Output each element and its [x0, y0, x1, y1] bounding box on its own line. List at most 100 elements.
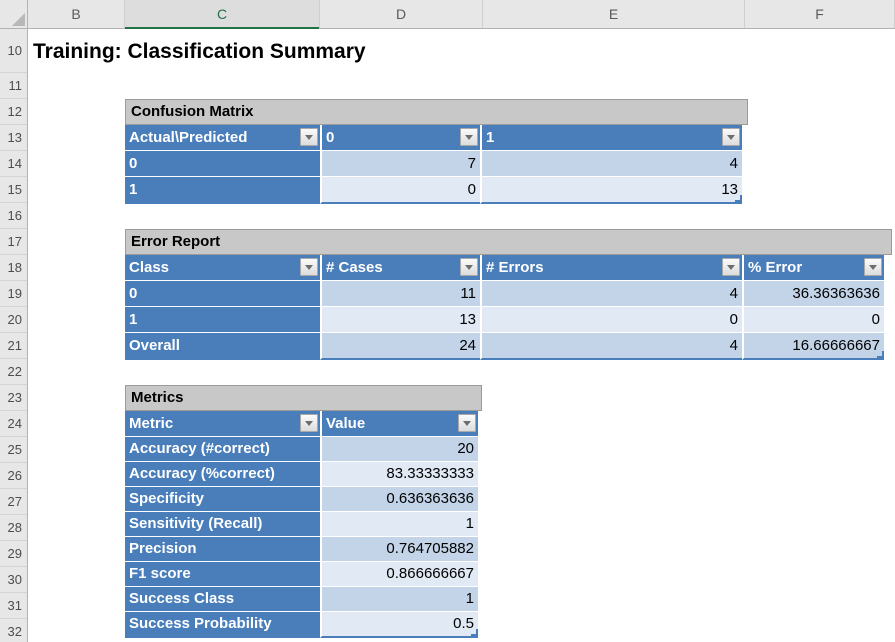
row-label-cell[interactable]: Precision — [125, 537, 320, 562]
value-cell[interactable]: 36.36363636 — [742, 281, 884, 307]
filter-dropdown-button[interactable] — [460, 258, 478, 276]
header-cell-class[interactable]: Class — [125, 255, 320, 281]
chevron-down-icon — [465, 265, 473, 270]
row-header-17[interactable]: 17 — [0, 229, 27, 255]
row-header-21[interactable]: 21 — [0, 333, 27, 359]
row-header-16[interactable]: 16 — [0, 203, 27, 229]
column-header-d[interactable]: D — [320, 0, 483, 28]
value-cell[interactable]: 4 — [480, 333, 742, 360]
row-label-cell[interactable]: Sensitivity (Recall) — [125, 512, 320, 537]
row-header-10[interactable]: 10 — [0, 29, 27, 73]
header-cell-value[interactable]: Value — [320, 411, 478, 437]
column-header-c-selected[interactable]: C — [125, 0, 320, 28]
header-cell-predicted-0[interactable]: 0 — [320, 125, 480, 151]
row-label-cell[interactable]: Success Class — [125, 587, 320, 612]
filter-dropdown-button[interactable] — [722, 258, 740, 276]
value-cell[interactable]: 4 — [480, 151, 742, 177]
row-header-32[interactable]: 32 — [0, 619, 27, 642]
value-cell[interactable]: 0.636363636 — [320, 487, 478, 512]
filter-dropdown-button[interactable] — [722, 128, 740, 146]
value-cell[interactable]: 0.866666667 — [320, 562, 478, 587]
row-header-15[interactable]: 15 — [0, 177, 27, 203]
value-cell[interactable]: 11 — [320, 281, 480, 307]
header-cell-errors[interactable]: # Errors — [480, 255, 742, 281]
row-header-20[interactable]: 20 — [0, 307, 27, 333]
row-header-14[interactable]: 14 — [0, 151, 27, 177]
value-cell[interactable]: 0 — [320, 177, 480, 204]
value-cell[interactable]: 0.764705882 — [320, 537, 478, 562]
error-report-title-cell[interactable]: Error Report — [125, 229, 892, 255]
column-header-e[interactable]: E — [483, 0, 745, 28]
value-cell[interactable]: 1 — [320, 587, 478, 612]
row-label-cell[interactable]: 0 — [125, 151, 320, 177]
filter-dropdown-button[interactable] — [300, 128, 318, 146]
row-header-28[interactable]: 28 — [0, 515, 27, 541]
header-cell-cases[interactable]: # Cases — [320, 255, 480, 281]
value-cell[interactable]: 24 — [320, 333, 480, 360]
row-label-cell[interactable]: Success Probability — [125, 612, 320, 638]
value-cell[interactable]: 13 — [480, 177, 742, 204]
value-cell[interactable]: 83.33333333 — [320, 462, 478, 487]
value-cell[interactable]: 4 — [480, 281, 742, 307]
value-cell[interactable]: 1 — [320, 512, 478, 537]
table-resize-handle[interactable] — [471, 629, 478, 636]
column-header-f[interactable]: F — [745, 0, 895, 28]
row-label-cell[interactable]: 0 — [125, 281, 320, 307]
row-label-cell[interactable]: F1 score — [125, 562, 320, 587]
page-title[interactable]: Training: Classification Summary — [33, 29, 366, 73]
row-label-cell[interactable]: Accuracy (%correct) — [125, 462, 320, 487]
filter-dropdown-button[interactable] — [300, 258, 318, 276]
table-resize-handle[interactable] — [877, 351, 884, 358]
header-cell-metric[interactable]: Metric — [125, 411, 320, 437]
row-label-cell[interactable]: Accuracy (#correct) — [125, 437, 320, 462]
confusion-matrix-title-cell[interactable]: Confusion Matrix — [125, 99, 748, 125]
row-header-26[interactable]: 26 — [0, 463, 27, 489]
filter-dropdown-button[interactable] — [864, 258, 882, 276]
row-header-11[interactable]: 11 — [0, 73, 27, 99]
value-cell[interactable]: 0 — [480, 307, 742, 333]
value-cell[interactable]: 7 — [320, 151, 480, 177]
metrics-table: Metrics Metric Value Accuracy (#correct)… — [125, 385, 482, 638]
value-cell[interactable]: 16.66666667 — [742, 333, 884, 360]
row-label-cell[interactable]: Overall — [125, 333, 320, 360]
chevron-down-icon — [727, 265, 735, 270]
header-cell-pct-error[interactable]: % Error — [742, 255, 884, 281]
row-header-13[interactable]: 13 — [0, 125, 27, 151]
error-report-header-row: Class # Cases # Errors % Error — [125, 255, 892, 281]
column-header-b[interactable]: B — [28, 0, 125, 28]
select-all-button[interactable] — [0, 0, 28, 28]
filter-dropdown-button[interactable] — [458, 414, 476, 432]
row-header-18[interactable]: 18 — [0, 255, 27, 281]
metrics-title-cell[interactable]: Metrics — [125, 385, 482, 411]
header-label: # Errors — [486, 259, 544, 276]
chevron-down-icon — [465, 135, 473, 140]
row-header-23[interactable]: 23 — [0, 385, 27, 411]
value-cell[interactable]: 0 — [742, 307, 884, 333]
filter-dropdown-button[interactable] — [460, 128, 478, 146]
row-header-24[interactable]: 24 — [0, 411, 27, 437]
error-report-table: Error Report Class # Cases # Errors % Er… — [125, 229, 892, 360]
header-cell-actual-predicted[interactable]: Actual\Predicted — [125, 125, 320, 151]
row-header-27[interactable]: 27 — [0, 489, 27, 515]
row-header-12[interactable]: 12 — [0, 99, 27, 125]
value-cell[interactable]: 13 — [320, 307, 480, 333]
row-label-cell[interactable]: Specificity — [125, 487, 320, 512]
value-cell[interactable]: 20 — [320, 437, 478, 462]
header-label: Class — [129, 259, 169, 276]
value-cell[interactable]: 0.5 — [320, 612, 478, 638]
row-header-22[interactable]: 22 — [0, 359, 27, 385]
row-label-cell[interactable]: 1 — [125, 307, 320, 333]
row-header-30[interactable]: 30 — [0, 567, 27, 593]
header-label: Actual\Predicted — [129, 129, 247, 146]
row-header-19[interactable]: 19 — [0, 281, 27, 307]
row-label-cell[interactable]: 1 — [125, 177, 320, 204]
table-row: Accuracy (%correct) 83.33333333 — [125, 462, 482, 487]
header-label: % Error — [748, 259, 802, 276]
row-header-29[interactable]: 29 — [0, 541, 27, 567]
header-cell-predicted-1[interactable]: 1 — [480, 125, 742, 151]
row-header-25[interactable]: 25 — [0, 437, 27, 463]
row-header-31[interactable]: 31 — [0, 593, 27, 619]
chevron-down-icon — [305, 135, 313, 140]
table-resize-handle[interactable] — [735, 195, 742, 202]
filter-dropdown-button[interactable] — [300, 414, 318, 432]
